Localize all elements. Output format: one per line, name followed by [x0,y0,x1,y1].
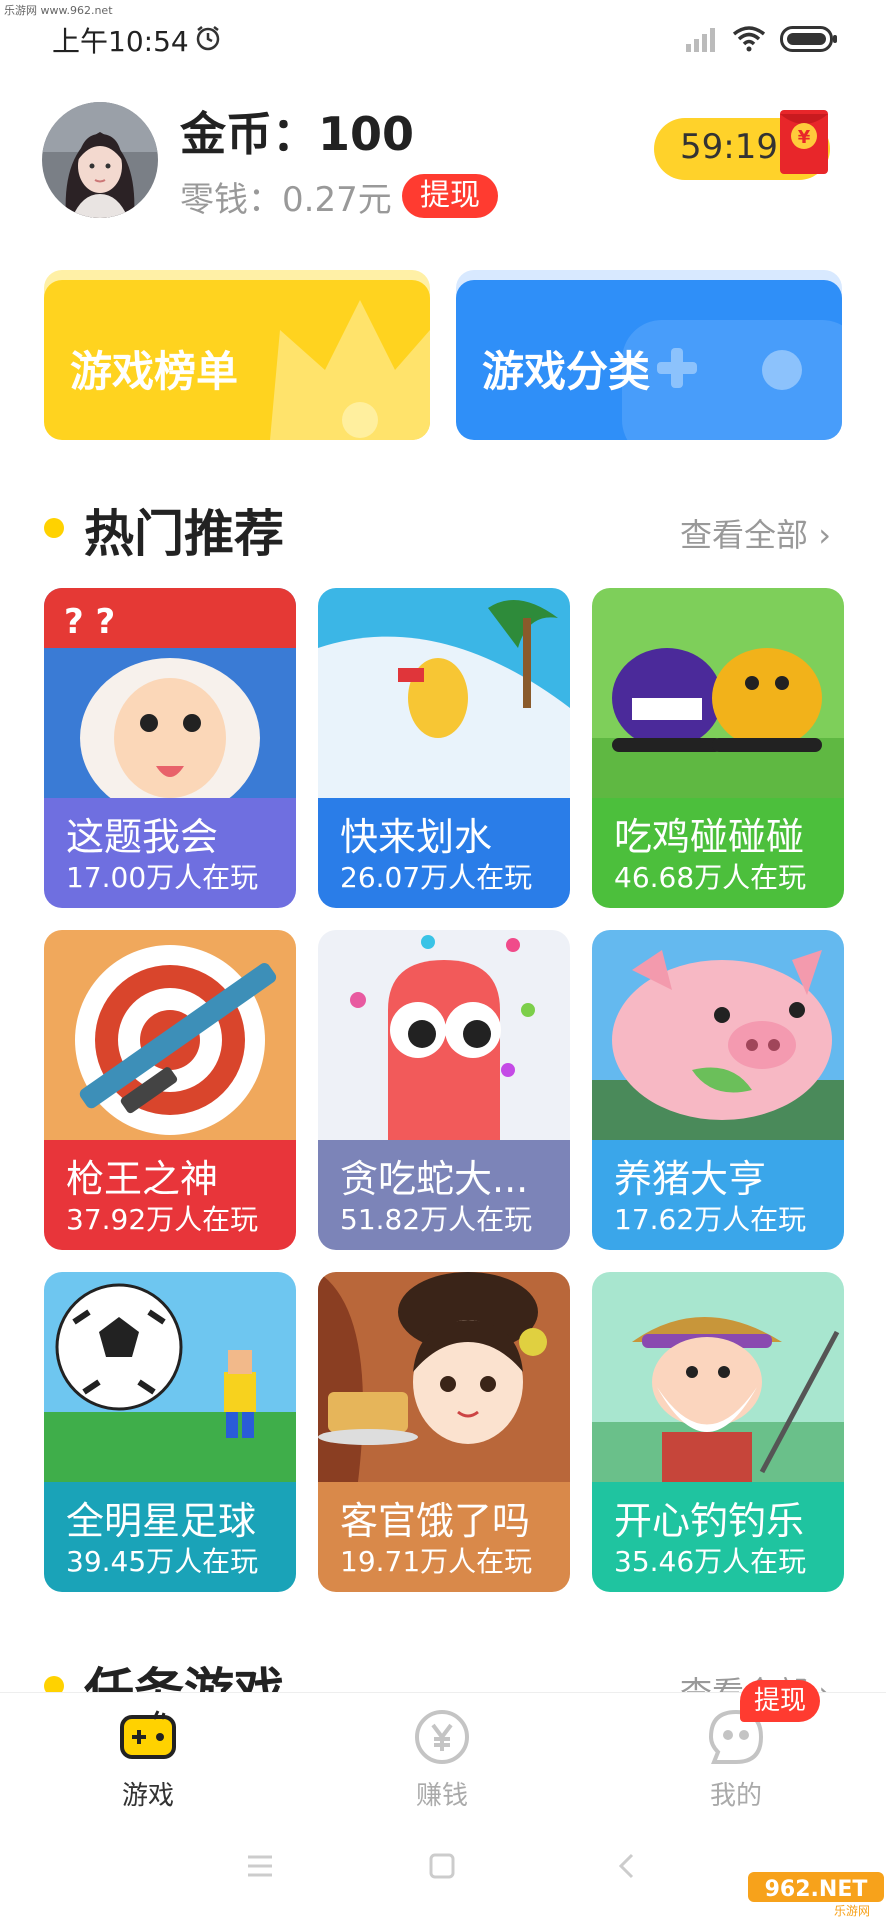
game-players: 37.92万人在玩 [66,1203,259,1236]
game-name: 吃鸡碰碰碰 [614,815,805,859]
game-info: 吃鸡碰碰碰 46.68万人在玩 [592,798,844,908]
home-icon[interactable] [428,1852,456,1880]
chevron-right-icon: › [818,516,831,554]
game-players: 46.68万人在玩 [614,861,807,894]
nav-label: 赚钱 [415,1781,468,1811]
game-name: 客官饿了吗 [340,1499,531,1543]
game-players: 35.46万人在玩 [614,1545,807,1578]
game-info: 快来划水 26.07万人在玩 [318,798,570,908]
view-all-link[interactable]: 查看全部 › [680,510,831,556]
red-packet-icon: ¥ [780,110,828,174]
menu-icon[interactable] [246,1854,274,1878]
game-art-quiz-icon: ? ? [44,588,296,798]
hot-section-title: 热门推荐 [84,505,284,563]
game-card[interactable]: 全明星足球 39.45万人在玩 [44,1272,296,1592]
game-info: 枪王之神 37.92万人在玩 [44,1140,296,1250]
game-art-slide-icon [318,588,570,798]
banner-label: 游戏榜单 [70,347,239,396]
game-card[interactable]: 吃鸡碰碰碰 46.68万人在玩 [592,588,844,908]
logo-text: 962.NET [765,1877,868,1902]
back-icon[interactable] [616,1852,636,1880]
game-players: 17.00万人在玩 [66,861,259,894]
game-art-fishing-icon [592,1272,844,1482]
coins-balance: 金币：100 [180,107,415,161]
game-card[interactable]: 贪吃蛇大... 51.82万人在玩 [318,930,570,1250]
status-bar: 上午10:54 [0,0,886,80]
game-info: 开心钓钓乐 35.46万人在玩 [592,1482,844,1592]
nav-label: 游戏 [121,1781,174,1811]
game-info: 客官饿了吗 19.71万人在玩 [318,1482,570,1592]
game-art-soccer-icon [44,1272,296,1482]
game-name: 贪吃蛇大... [340,1157,529,1201]
crown-icon [270,300,430,440]
nav-games[interactable]: 游戏 [68,1693,228,1823]
game-art-gun-icon [44,930,296,1140]
game-card[interactable]: 客官饿了吗 19.71万人在玩 [318,1272,570,1592]
game-info: 养猪大亨 17.62万人在玩 [592,1140,844,1250]
game-card[interactable]: 枪王之神 37.92万人在玩 [44,930,296,1250]
game-name: 这题我会 [66,815,219,859]
game-info: 全明星足球 39.45万人在玩 [44,1482,296,1592]
section-dot [44,518,64,538]
avatar[interactable] [42,102,158,218]
wifi-icon [732,26,766,52]
change-balance: 零钱：0.27元 [180,180,392,220]
game-card[interactable]: ? ? 这题我会 17.00万人在玩 [44,588,296,908]
game-art-bumper-icon [592,588,844,798]
game-card[interactable]: 开心钓钓乐 35.46万人在玩 [592,1272,844,1592]
game-players: 39.45万人在玩 [66,1545,259,1578]
game-name: 快来划水 [340,815,493,859]
game-category-banner[interactable]: 游戏分类 [456,280,842,440]
game-name: 全明星足球 [66,1499,257,1543]
red-packet-symbol: ¥ [798,127,811,148]
site-logo-icon: 962.NET 乐游网 [748,1872,884,1918]
battery-icon [780,26,837,52]
timer-text: 59:19 [680,127,778,167]
game-players: 51.82万人在玩 [340,1203,533,1236]
game-players: 19.71万人在玩 [340,1545,533,1578]
game-info: 贪吃蛇大... 51.82万人在玩 [318,1140,570,1250]
withdraw-button[interactable]: 提现 [402,174,498,218]
nav-earn[interactable]: 赚钱 [362,1693,522,1823]
avatar-photo-icon [42,102,158,218]
nav-label: 我的 [709,1781,762,1811]
redpacket-timer[interactable]: 59:19 ¥ [654,110,830,180]
svg-text:? ?: ? ? [64,602,115,642]
logo-subtext: 乐游网 [834,1904,870,1918]
game-art-pig-icon [592,930,844,1140]
alarm-icon [196,26,220,51]
banner-label: 游戏分类 [482,347,651,396]
gamepad-icon [120,1710,176,1759]
view-all-label: 查看全部 [680,516,809,554]
signal-icon [686,28,715,52]
withdraw-badge: 提现 [740,1680,821,1722]
game-card[interactable]: 快来划水 26.07万人在玩 [318,588,570,908]
game-players: 26.07万人在玩 [340,861,533,894]
game-name: 开心钓钓乐 [614,1499,805,1543]
status-time: 上午10:54 [52,25,189,58]
yuan-coin-icon [415,1710,469,1764]
game-art-snake-icon [318,930,570,1140]
game-info: 这题我会 17.00万人在玩 [44,798,296,908]
game-name: 养猪大亨 [614,1157,767,1201]
game-art-restaurant-icon [318,1272,570,1482]
game-name: 枪王之神 [66,1157,219,1201]
game-card[interactable]: 养猪大亨 17.62万人在玩 [592,930,844,1250]
game-ranking-banner[interactable]: 游戏榜单 [44,280,430,440]
game-players: 17.62万人在玩 [614,1203,807,1236]
